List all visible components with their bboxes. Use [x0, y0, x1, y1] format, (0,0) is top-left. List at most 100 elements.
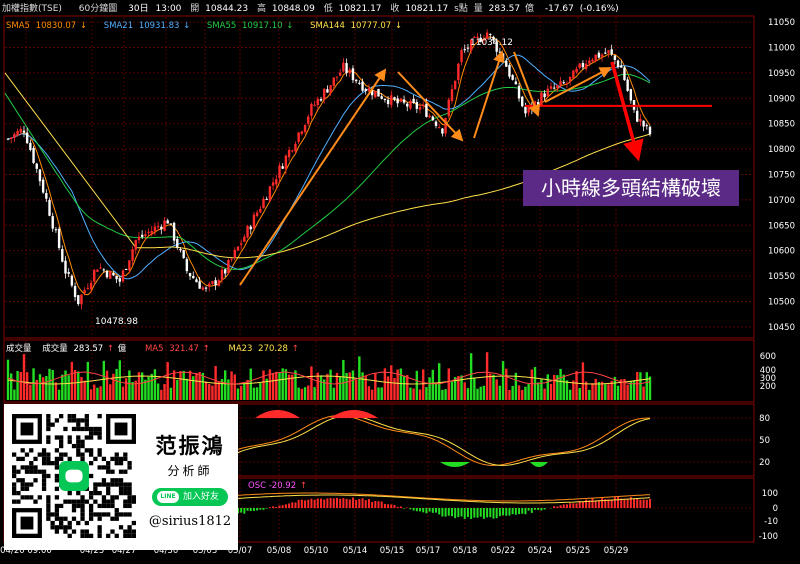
volume-bar	[562, 374, 565, 400]
volume-bar	[476, 388, 479, 400]
candle-body	[29, 142, 32, 150]
candle-body	[383, 98, 387, 101]
volume-bar	[380, 387, 383, 400]
candle-body	[208, 283, 211, 287]
candle-body	[361, 81, 364, 91]
candle-body	[89, 283, 93, 290]
candle-body	[594, 54, 597, 62]
osc-bar	[470, 508, 473, 520]
osc-bar	[307, 499, 310, 508]
osc-bar	[428, 508, 431, 512]
volume-bar	[594, 378, 597, 400]
osc-bar	[482, 508, 485, 519]
candle-body	[610, 49, 613, 55]
osc-legend: OSC -20.92 ↑	[248, 481, 307, 491]
volume-bar	[182, 370, 185, 400]
osc-bar	[284, 504, 287, 508]
candle-body	[466, 47, 470, 49]
candle-body	[217, 280, 221, 286]
candle-body	[223, 269, 227, 274]
volume-bar	[275, 371, 278, 400]
osc-bar	[636, 498, 639, 508]
candle-body	[291, 150, 294, 152]
osc-bar	[275, 506, 278, 508]
volume-bar	[150, 373, 153, 400]
volume-bar	[639, 372, 642, 400]
candle-body	[169, 223, 173, 225]
volume-bar	[338, 376, 342, 400]
volume-bar	[406, 375, 409, 400]
low-annotation: 10478.98	[95, 317, 138, 327]
volume-bar	[233, 374, 236, 400]
osc-bar	[537, 508, 540, 510]
candle-body	[354, 79, 358, 82]
candle-body	[214, 280, 217, 286]
x-tick-label: 05/17	[416, 546, 441, 556]
osc-bar	[585, 499, 588, 508]
x-tick-label: 05/14	[343, 546, 368, 556]
price-y-tick: 11050	[768, 18, 795, 28]
candle-body	[639, 118, 642, 122]
legend-sma21-name: SMA21	[104, 21, 133, 31]
candle-body	[99, 267, 102, 269]
volume-bar	[546, 374, 549, 400]
legend-sma55-value: 10917.10	[242, 21, 283, 31]
candle-body	[51, 216, 54, 229]
candle-body	[118, 278, 121, 282]
osc-bar	[345, 498, 348, 508]
candle-body	[616, 60, 620, 68]
kd-y-tick: 50	[759, 436, 770, 446]
candle-body	[527, 106, 530, 113]
candle-body	[584, 63, 588, 70]
candle-body	[498, 51, 502, 53]
candle-body	[67, 272, 70, 274]
candle-body	[323, 89, 326, 100]
volume-bar	[83, 380, 86, 400]
volume-bar	[479, 386, 482, 400]
volume-bar	[607, 384, 610, 400]
osc-bar	[383, 503, 386, 508]
volume-bar	[22, 354, 26, 400]
candle-body	[568, 76, 572, 82]
osc-bar	[243, 508, 246, 514]
candle-body	[201, 287, 205, 290]
volume-bar	[578, 388, 581, 400]
volume-bar	[70, 361, 74, 400]
osc-bar	[348, 499, 351, 508]
candle-body	[83, 290, 86, 294]
osc-bar	[594, 500, 597, 508]
price-y-tick: 10900	[768, 94, 795, 104]
qr-code-icon[interactable]	[12, 414, 136, 538]
candle-body	[249, 226, 252, 230]
candle-body	[150, 231, 153, 234]
volume-bar	[441, 389, 444, 400]
header-symbol: 加權指數(TSE)	[2, 2, 62, 14]
header-timeframe: 60分鐘圖	[79, 2, 117, 14]
volume-bar	[492, 374, 495, 400]
line-logo-icon: LINE	[157, 491, 179, 503]
candle-body	[390, 95, 393, 105]
volume-bar	[239, 386, 243, 400]
volume-bar	[434, 383, 438, 400]
osc-bar	[572, 503, 575, 508]
candle-body	[613, 55, 617, 60]
osc-bar	[473, 508, 476, 518]
volume-bar	[466, 388, 470, 400]
header-unit: s點	[454, 2, 468, 14]
volume-bar	[156, 383, 160, 400]
osc-bar	[364, 500, 367, 508]
osc-bar	[441, 508, 444, 517]
volume-y-tick: 600	[760, 352, 776, 362]
candle-body	[319, 99, 323, 101]
osc-bar	[419, 508, 422, 512]
osc-bar	[371, 501, 374, 508]
volume-bar	[249, 368, 252, 400]
volume-bar	[61, 374, 64, 400]
line-add-friend-button[interactable]: LINE 加入好友	[152, 488, 228, 506]
candle-body	[648, 126, 652, 135]
osc-bar	[486, 508, 489, 518]
candle-body	[588, 60, 591, 64]
volume-legend-title: 成交量	[6, 343, 32, 354]
osc-bar	[294, 502, 297, 508]
candle-body	[48, 199, 51, 216]
